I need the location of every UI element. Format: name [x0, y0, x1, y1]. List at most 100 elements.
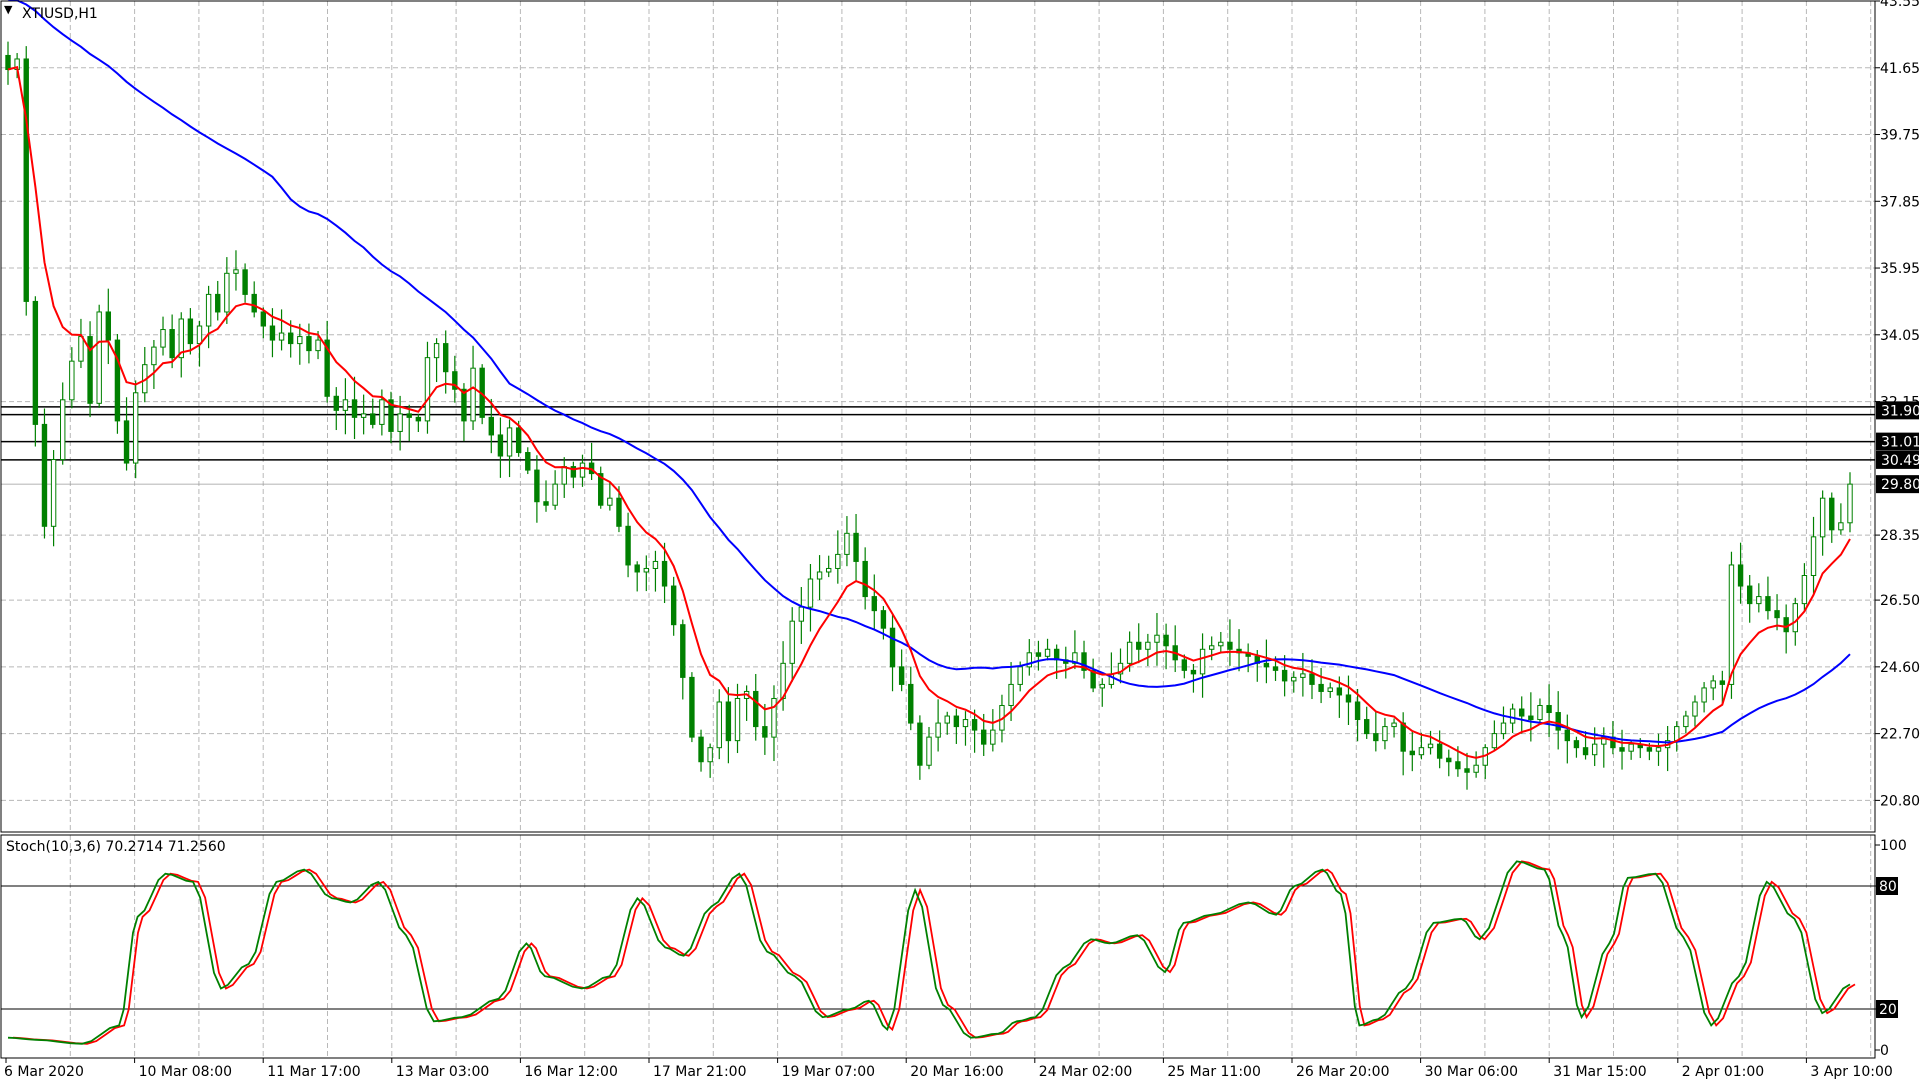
candle-body	[78, 336, 84, 362]
candle-body	[1564, 729, 1571, 742]
candle-body	[406, 413, 412, 418]
x-tick-label: 30 Mar 06:00	[1425, 1064, 1518, 1080]
candle-body	[433, 343, 440, 359]
candle-body	[762, 726, 768, 738]
candle-body	[215, 293, 221, 313]
candle-body	[898, 666, 905, 685]
candle-body	[1190, 669, 1197, 675]
candle-body	[1044, 648, 1051, 657]
candle-body	[835, 553, 841, 569]
y-tick-label: 28.35	[1880, 528, 1920, 544]
candle-body	[1710, 680, 1716, 689]
candle-body	[908, 683, 914, 724]
candle-body	[1208, 645, 1215, 650]
candle-body	[926, 736, 932, 766]
candle-body	[661, 560, 668, 587]
candle-body	[1573, 740, 1580, 749]
x-tick-label: 25 Mar 11:00	[1167, 1064, 1260, 1080]
candle-body	[1838, 522, 1844, 531]
candle-body	[269, 325, 276, 341]
candle-body	[470, 367, 476, 422]
candle-body	[123, 420, 130, 464]
price-chart[interactable]: 6 Mar 2020 10 Mar 08:00 11 Mar 17:00 13 Mar…	[0, 0, 1920, 1080]
candle-body	[415, 416, 422, 422]
candle-body	[935, 722, 941, 738]
candle-body	[1646, 747, 1653, 752]
candle-body	[871, 596, 877, 612]
candle-body	[1528, 715, 1534, 721]
candle-body	[1756, 596, 1762, 605]
candle-body	[23, 58, 29, 302]
candle-body	[1619, 747, 1625, 752]
candle-body	[1126, 641, 1133, 664]
candle-body	[807, 578, 814, 608]
price-marker-label: 29.80	[1881, 477, 1920, 493]
candle-body	[543, 501, 549, 506]
candle-body	[643, 567, 650, 573]
candle-body	[1537, 705, 1543, 721]
candle-body	[96, 311, 102, 404]
candle-body	[515, 427, 522, 454]
candle-body	[634, 564, 640, 573]
candle-body	[1008, 683, 1014, 707]
candle-body	[69, 360, 75, 401]
candle-body	[561, 466, 567, 485]
price-marker-label: 31.01	[1881, 435, 1920, 451]
candle-body	[1737, 564, 1744, 587]
candle-body	[1829, 497, 1835, 531]
candle-body	[1364, 719, 1370, 735]
candle-body	[379, 399, 385, 425]
candle-body	[607, 497, 613, 506]
candle-body	[1783, 617, 1789, 633]
y-tick-label: 39.75	[1880, 128, 1920, 144]
candle-body	[1801, 574, 1808, 605]
candle-body	[1455, 761, 1461, 770]
candle-body	[1500, 722, 1507, 735]
candle-body	[187, 318, 194, 345]
level-label: 20	[1879, 1002, 1897, 1018]
candle-body	[1774, 610, 1780, 619]
x-tick-label: 24 Mar 02:00	[1039, 1064, 1132, 1080]
candle-body	[1792, 603, 1798, 633]
level-label: 80	[1879, 879, 1897, 895]
candle-body	[360, 413, 367, 418]
candle-body	[1300, 673, 1306, 678]
candle-body	[1373, 733, 1379, 742]
candle-body	[297, 336, 303, 345]
candle-body	[132, 392, 139, 464]
candle-body	[1336, 687, 1343, 696]
y-tick-label: 0	[1880, 1043, 1889, 1059]
candle-body	[424, 357, 431, 422]
candle-body	[278, 332, 285, 341]
candle-body	[497, 434, 504, 457]
candle-body	[990, 729, 996, 745]
candle-body	[1327, 687, 1333, 692]
candle-body	[1692, 701, 1698, 717]
candle-body	[251, 293, 257, 313]
candle-body	[725, 701, 732, 742]
candle-body	[224, 272, 230, 313]
symbol-label: XTIUSD,H1	[22, 6, 98, 22]
dropdown-arrow-icon[interactable]: ▼	[4, 3, 12, 16]
candle-body	[1154, 634, 1160, 643]
candle-body	[880, 610, 887, 629]
candle-body	[351, 399, 358, 418]
candle-body	[1427, 743, 1434, 749]
candle-body	[196, 325, 203, 345]
candle-body	[1309, 673, 1315, 685]
candle-body	[798, 606, 805, 622]
candle-body	[917, 722, 923, 766]
candle-body	[698, 736, 704, 763]
candle-body	[1674, 726, 1680, 742]
candle-body	[1181, 659, 1188, 671]
candle-body	[579, 462, 586, 478]
candle-body	[1382, 726, 1388, 742]
x-tick-label: 13 Mar 03:00	[396, 1064, 489, 1080]
candle-body	[1391, 722, 1397, 728]
candle-body	[1746, 585, 1753, 605]
y-tick-label: 34.05	[1880, 328, 1920, 344]
candle-body	[1810, 536, 1817, 576]
y-tick-label: 26.50	[1880, 593, 1920, 609]
candle-body	[1491, 733, 1498, 749]
candle-body	[734, 697, 741, 742]
